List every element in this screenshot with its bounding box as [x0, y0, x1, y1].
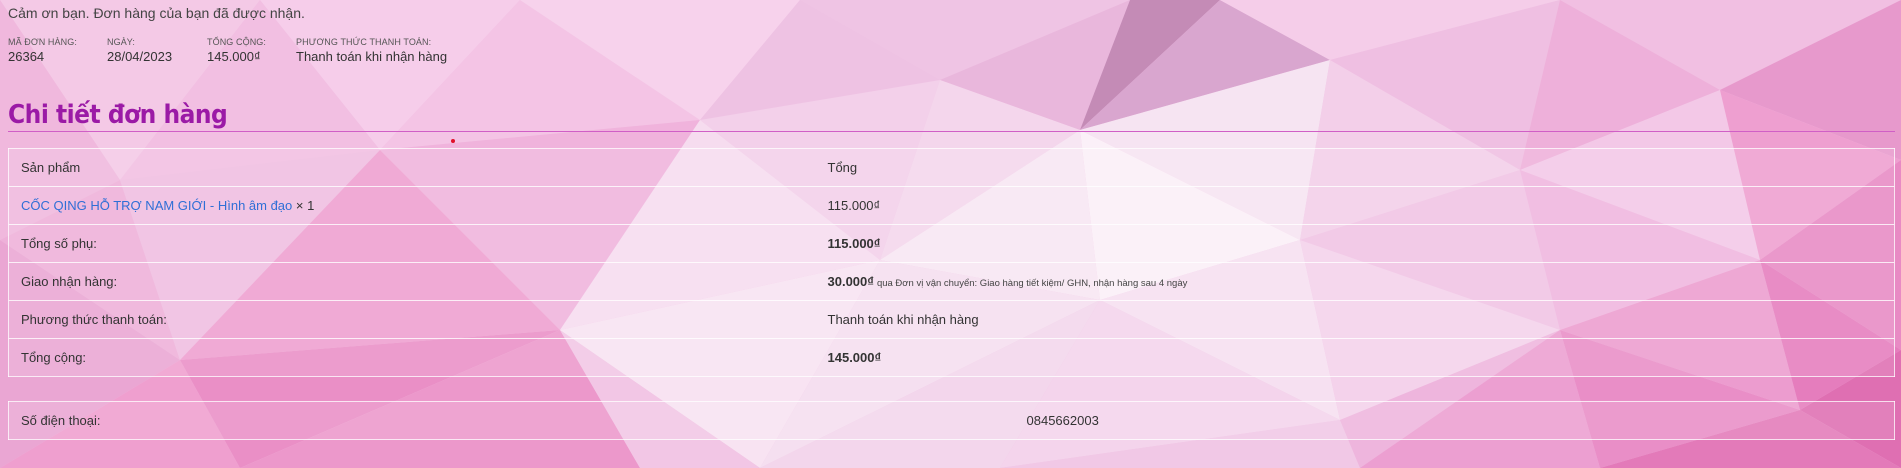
product-quantity: × 1	[295, 198, 315, 213]
order-overview: Mã đơn hàng: 26364 Ngày: 28/04/2023 Tổng…	[8, 37, 496, 64]
order-details-title: Chi tiết đơn hàng	[8, 100, 228, 130]
order-number-label: Mã đơn hàng:	[8, 37, 77, 47]
grand-total-label: Tổng cộng:	[8, 338, 816, 377]
order-total-label: Tổng cộng:	[207, 37, 266, 47]
table-row-item: CỐC QING HỖ TRỢ NAM GIỚI - Hình âm đạo ×…	[8, 186, 1895, 225]
product-cell: CỐC QING HỖ TRỢ NAM GIỚI - Hình âm đạo ×…	[8, 186, 816, 225]
customer-details-table: Số điện thoại: 0845662003	[8, 401, 1895, 440]
cursor-dot	[451, 139, 455, 143]
table-header-row: Sản phẩm Tổng	[9, 149, 1895, 187]
order-payment-method-value: Thanh toán khi nhận hàng	[296, 49, 448, 64]
order-total-value: 145.000₫	[207, 49, 261, 64]
order-payment-method-label: Phương thức thanh toán:	[296, 37, 432, 47]
product-total: 115.000₫	[815, 186, 1895, 225]
subtotal-label: Tổng số phụ:	[8, 224, 816, 263]
subtotal-value: 115.000₫	[815, 224, 1895, 263]
order-number: Mã đơn hàng: 26364	[8, 37, 107, 64]
payment-label: Phương thức thanh toán:	[8, 300, 816, 339]
order-payment-method: Phương thức thanh toán: Thanh toán khi n…	[296, 37, 496, 64]
grand-total-value: 145.000₫	[815, 338, 1895, 377]
order-date: Ngày: 28/04/2023	[107, 37, 207, 64]
order-received-message: Cảm ơn bạn. Đơn hàng của bạn đã được nhậ…	[8, 5, 305, 21]
table-row-shipping: Giao nhận hàng: 30.000₫ qua Đơn vị vận ch…	[8, 262, 1895, 301]
product-column-header: Sản phẩm	[21, 160, 81, 175]
table-row-payment: Phương thức thanh toán: Thanh toán khi n…	[8, 300, 1895, 339]
order-date-value: 28/04/2023	[107, 49, 173, 64]
phone-label: Số điện thoại:	[21, 413, 101, 428]
phone-value: 0845662003	[1026, 413, 1099, 428]
payment-value: Thanh toán khi nhận hàng	[815, 300, 1895, 339]
shipping-value: 30.000₫	[827, 274, 874, 289]
shipping-label: Giao nhận hàng:	[8, 262, 816, 301]
shipping-note: qua Đơn vị vận chuyển: Giao hàng tiết ki…	[876, 278, 1188, 289]
order-date-label: Ngày:	[107, 37, 136, 47]
order-number-value: 26364	[8, 49, 45, 64]
total-column-header: Tổng	[827, 160, 858, 175]
table-row-phone: Số điện thoại: 0845662003	[9, 402, 1895, 440]
order-total: Tổng cộng: 145.000₫	[207, 37, 296, 64]
product-link[interactable]: CỐC QING HỖ TRỢ NAM GIỚI - Hình âm đạo	[21, 198, 292, 213]
order-details-table: Sản phẩm Tổng CỐC QING HỖ TRỢ NAM GIỚI -…	[8, 148, 1895, 377]
table-row-grand-total: Tổng cộng: 145.000₫	[8, 338, 1895, 377]
shipping-cell: 30.000₫ qua Đơn vị vận chuyển: Giao hàng …	[815, 262, 1895, 301]
table-row-subtotal: Tổng số phụ: 115.000₫	[8, 224, 1895, 263]
title-divider	[8, 131, 1895, 132]
